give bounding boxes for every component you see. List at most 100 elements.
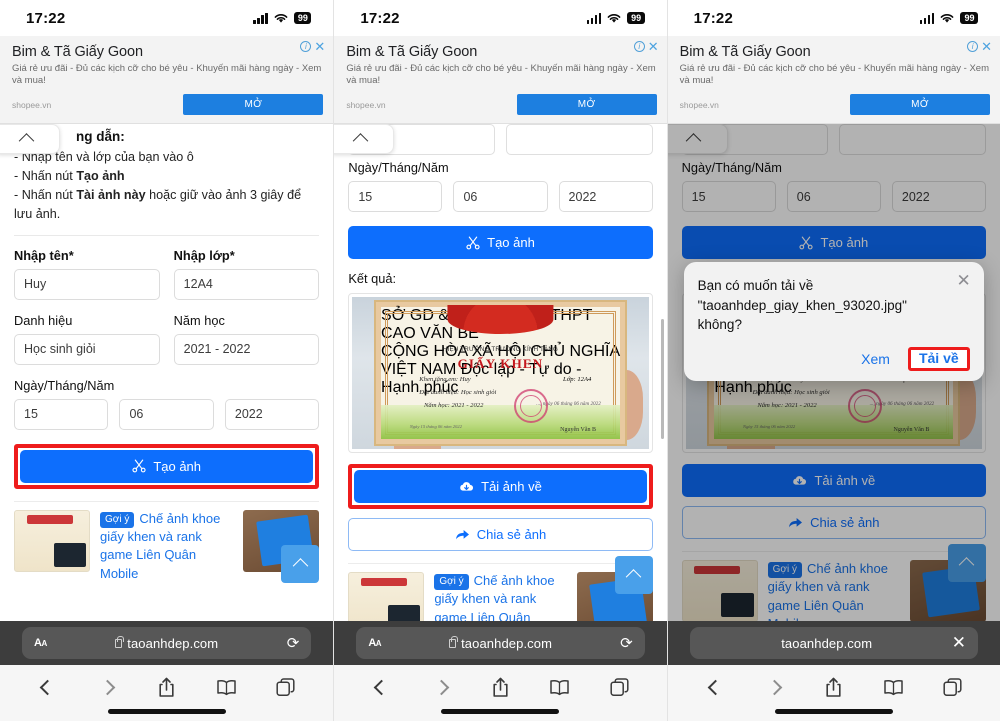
back-button[interactable] (702, 674, 728, 700)
cloud-download-icon (460, 482, 474, 491)
title-field-group: Danh hiệu Học sinh giỏi (14, 313, 160, 365)
back-button[interactable] (369, 674, 395, 700)
close-icon[interactable]: ✕ (648, 40, 659, 53)
address-bar-center: taoanhdep.com (702, 636, 952, 651)
download-image-button[interactable]: Tải ảnh về (354, 470, 647, 503)
browser-chrome-2: AA taoanhdep.com ⟳ (334, 621, 667, 721)
forward-button[interactable] (762, 674, 788, 700)
screenshot-panel-3: 17:22 99 i ✕ Bim & Tã Giấy Goon Giá rẻ ư… (666, 0, 1000, 721)
forward-button[interactable] (94, 674, 120, 700)
close-icon[interactable]: ✕ (956, 272, 972, 289)
scroll-to-top-button[interactable] (614, 556, 653, 594)
recommendation-card-1[interactable]: Gợi ý Chế ảnh khoe giấy khen và rank game… (14, 509, 320, 584)
share-icon (826, 677, 841, 697)
name-field-group: Nhập tên* Huy (14, 248, 160, 300)
share-button[interactable] (821, 674, 847, 700)
info-icon[interactable]: i (633, 41, 645, 52)
title-input[interactable]: Học sinh giỏi (14, 333, 160, 365)
collapse-toggle-2[interactable] (334, 124, 395, 154)
name-input[interactable]: Huy (14, 268, 160, 300)
browser-toolbar (0, 667, 333, 707)
info-icon[interactable]: i (300, 41, 312, 52)
tabs-icon (943, 677, 962, 696)
create-image-button[interactable]: Tạo ảnh (348, 226, 653, 259)
tabs-button[interactable] (273, 674, 299, 700)
month-input[interactable]: 06 (453, 181, 548, 212)
schoolyear-input[interactable]: 2021 - 2022 (173, 333, 320, 365)
screenshot-panel-1: 17:22 99 i ✕ Bim & Tã Giấy Goon Giá rẻ ư… (0, 0, 334, 721)
day-input[interactable]: 15 (348, 181, 443, 212)
tabs-button[interactable] (939, 674, 965, 700)
webpage-viewport-2: Ngày/Tháng/Năm 15 06 2022 Tạo ảnh Kết qu… (334, 124, 667, 621)
ad-title: Bim & Tã Giấy Goon (346, 44, 478, 60)
status-bar: 17:22 99 (0, 0, 334, 36)
ad-open-button[interactable]: MỞ (516, 94, 657, 116)
dialog-download-button[interactable]: Tải về (911, 346, 967, 370)
address-bar[interactable]: taoanhdep.com ✕ (689, 627, 978, 659)
ad-source: shopee.vn (346, 99, 386, 110)
class-input[interactable]: 12A4 (173, 268, 320, 300)
dialog-message: Bạn có muốn tải về "taoanhdep_giay_khen_… (697, 278, 907, 333)
chevron-right-icon (766, 679, 783, 695)
chevron-right-icon (99, 679, 115, 695)
close-icon[interactable]: ✕ (952, 634, 966, 651)
address-bar[interactable]: AA taoanhdep.com ⟳ (356, 627, 645, 659)
scroll-to-top-button[interactable] (281, 545, 320, 584)
info-icon[interactable]: i (967, 41, 979, 52)
close-icon[interactable]: ✕ (981, 40, 992, 53)
download-confirm-dialog: ✕ Bạn có muốn tải về "taoanhdep_giay_khe… (683, 262, 984, 381)
wifi-icon (941, 13, 954, 23)
bookmarks-button[interactable] (213, 674, 239, 700)
bookmarks-button[interactable] (880, 674, 906, 700)
certificate-grass-border (381, 404, 620, 440)
close-icon[interactable]: ✕ (314, 40, 325, 53)
collapse-toggle-1[interactable] (0, 124, 60, 154)
divider-2 (14, 500, 320, 502)
book-icon (550, 679, 569, 695)
tabs-icon (609, 677, 629, 696)
partial-input-b[interactable] (506, 124, 653, 155)
recommendation-text-wrap: Gợi ý Chế ảnh khoe giấy khen và rank game… (100, 510, 233, 584)
forward-button[interactable] (428, 674, 454, 700)
date-inputs-row: 15 06 2022 (14, 398, 320, 430)
certificate-paper: SỞ GD & ĐT ĐẮK LẮK THPT CAO VĂN BẾ CỘNG … (374, 299, 627, 447)
address-bar-center: taoanhdep.com (381, 635, 620, 651)
dialog-view-button[interactable]: Xem (853, 347, 898, 371)
create-image-button[interactable]: Tạo ảnh (20, 449, 314, 483)
tabs-icon (276, 677, 295, 696)
month-input[interactable]: 06 (119, 398, 214, 430)
share-button[interactable] (487, 674, 513, 700)
reload-icon[interactable]: ⟳ (620, 634, 633, 652)
ad-open-button[interactable]: MỞ (183, 94, 324, 116)
status-bar-time: 17:22 (693, 9, 734, 27)
address-bar[interactable]: AA taoanhdep.com ⟳ (22, 627, 312, 659)
recommendation-card-2[interactable]: Gợi ý Chế ảnh khoe giấy khen và rank game… (348, 556, 653, 621)
certificate-image-frame[interactable]: SỞ GD & ĐT ĐẮK LẮK THPT CAO VĂN BẾ CỘNG … (348, 293, 653, 453)
reload-icon[interactable]: ⟳ (287, 634, 300, 652)
share-button[interactable] (154, 674, 180, 700)
ad-banner[interactable]: i ✕ Bim & Tã Giấy Goon Giá rẻ ưu đãi - Đ… (0, 36, 334, 124)
ad-footer: shopee.vn MỞ (346, 94, 657, 116)
share-image-button[interactable]: Chia sẻ ảnh (348, 518, 653, 551)
bookmarks-button[interactable] (547, 674, 573, 700)
page-scrollbar[interactable] (660, 319, 664, 439)
back-button[interactable] (35, 674, 61, 700)
day-input[interactable]: 15 (14, 398, 109, 430)
ad-open-button[interactable]: MỞ (849, 94, 990, 116)
chevron-up-icon (625, 568, 642, 585)
cellular-bars-icon (586, 12, 602, 24)
cellular-bars-icon (919, 12, 935, 24)
ad-banner[interactable]: i ✕ Bim & Tã Giấy Goon Giá rẻ ưu đãi - Đ… (667, 36, 1000, 124)
browser-chrome-3: taoanhdep.com ✕ (667, 621, 1000, 721)
text-size-button[interactable]: AA (34, 637, 47, 649)
guide-line-2-bold: Tạo ảnh (76, 169, 125, 184)
ad-banner[interactable]: i ✕ Bim & Tã Giấy Goon Giá rẻ ưu đãi - Đ… (334, 36, 667, 124)
scissors-icon (466, 236, 480, 249)
text-size-button[interactable]: AA (368, 637, 381, 649)
tabs-button[interactable] (606, 674, 632, 700)
browser-urlbar-container: AA taoanhdep.com ⟳ (334, 621, 667, 665)
year-input[interactable]: 2022 (558, 181, 653, 212)
year-input[interactable]: 2022 (224, 398, 320, 430)
title-label: Danh hiệu (14, 312, 73, 328)
scissors-icon (132, 459, 146, 473)
